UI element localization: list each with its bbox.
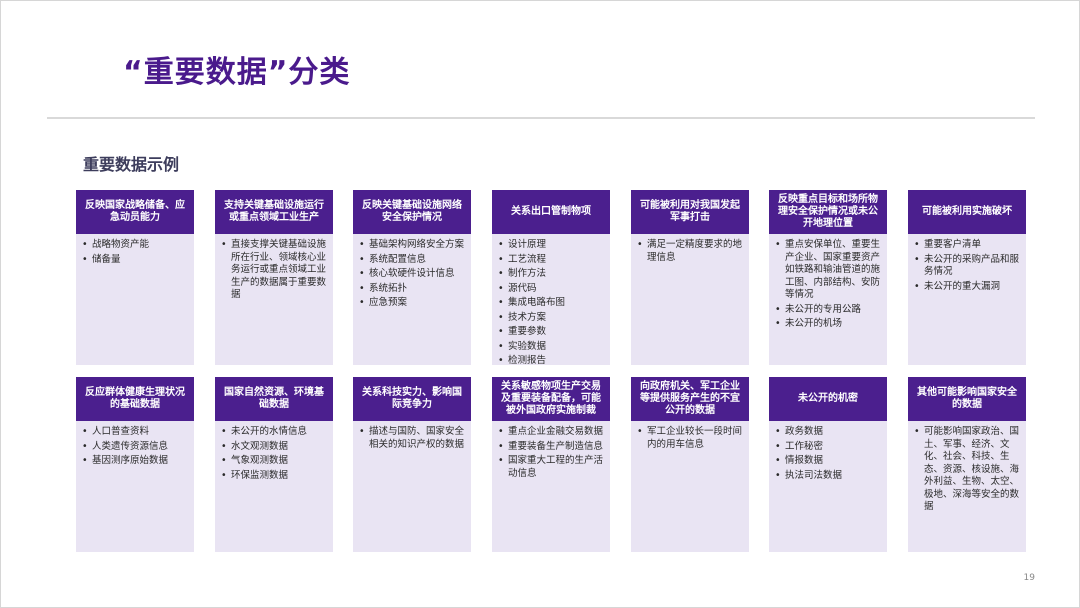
list-item: 执法司法数据 <box>775 470 882 483</box>
card-item-list: 重点企业金融交易数据 重要装备生产制造信息 国家重大工程的生产活动信息 <box>492 421 610 480</box>
card-item-list: 重点安保单位、重要生产企业、国家重要资产如铁路和输油管道的施工图、内部结构、安防… <box>769 234 887 331</box>
card-item-list: 人口普查资料 人类遗传资源信息 基因测序原始数据 <box>76 421 194 468</box>
category-card: 其他可能影响国家安全的数据 可能影响国家政治、国土、军事、经济、文化、社会、科技… <box>908 377 1026 552</box>
page-number: 19 <box>1023 573 1035 583</box>
list-item: 描述与国防、国家安全相关的知识产权的数据 <box>359 426 466 451</box>
category-card: 国家自然资源、环境基础数据 未公开的水情信息 水文观测数据 气象观测数据 环保监… <box>215 377 333 552</box>
card-header: 未公开的机密 <box>769 377 887 421</box>
card-item-list: 重要客户清单 未公开的采购产品和服务情况 未公开的重大漏洞 <box>908 234 1026 293</box>
list-item: 制作方法 <box>498 268 605 281</box>
card-item-list: 军工企业较长一段时间内的用车信息 <box>631 421 749 451</box>
list-item: 情报数据 <box>775 455 882 468</box>
section-title: 重要数据示例 <box>83 155 180 174</box>
list-item: 重点安保单位、重要生产企业、国家重要资产如铁路和输油管道的施工图、内部结构、安防… <box>775 239 882 302</box>
list-item: 核心软硬件设计信息 <box>359 268 466 281</box>
list-item: 气象观测数据 <box>221 455 328 468</box>
list-item: 军工企业较长一段时间内的用车信息 <box>637 426 744 451</box>
list-item: 实验数据 <box>498 341 605 354</box>
category-card: 关系科技实力、影响国际竞争力 描述与国防、国家安全相关的知识产权的数据 <box>353 377 471 552</box>
category-card: 关系敏感物项生产交易及重要装备配备，可能被外国政府实施制裁 重点企业金融交易数据… <box>492 377 610 552</box>
list-item: 储备量 <box>82 254 189 267</box>
list-item: 国家重大工程的生产活动信息 <box>498 455 605 480</box>
card-header: 可能被利用实施破坏 <box>908 190 1026 234</box>
card-item-list: 直接支撑关键基础设施所在行业、领域核心业务运行或重点领域工业生产的数据属于重要数… <box>215 234 333 302</box>
card-header: 关系科技实力、影响国际竞争力 <box>353 377 471 421</box>
list-item: 重要客户清单 <box>914 239 1021 252</box>
list-item: 检测报告 <box>498 355 605 368</box>
list-item: 重要装备生产制造信息 <box>498 441 605 454</box>
card-header: 国家自然资源、环境基础数据 <box>215 377 333 421</box>
card-item-list: 设计原理 工艺流程 制作方法 源代码 集成电路布图 技术方案 重要参数 实验数据… <box>492 234 610 368</box>
list-item: 应急预案 <box>359 297 466 310</box>
list-item: 重要参数 <box>498 326 605 339</box>
card-header: 向政府机关、军工企业等提供服务产生的不宜公开的数据 <box>631 377 749 421</box>
list-item: 未公开的采购产品和服务情况 <box>914 254 1021 279</box>
list-item: 技术方案 <box>498 312 605 325</box>
title-divider <box>47 117 1035 119</box>
list-item: 直接支撑关键基础设施所在行业、领域核心业务运行或重点领域工业生产的数据属于重要数… <box>221 239 328 302</box>
card-item-list: 政务数据 工作秘密 情报数据 执法司法数据 <box>769 421 887 482</box>
card-item-list: 可能影响国家政治、国土、军事、经济、文化、社会、科技、生态、资源、核设施、海外利… <box>908 421 1026 514</box>
card-header: 关系敏感物项生产交易及重要装备配备，可能被外国政府实施制裁 <box>492 377 610 421</box>
category-card: 未公开的机密 政务数据 工作秘密 情报数据 执法司法数据 <box>769 377 887 552</box>
card-header: 关系出口管制物项 <box>492 190 610 234</box>
list-item: 设计原理 <box>498 239 605 252</box>
list-item: 工艺流程 <box>498 254 605 267</box>
list-item: 环保监测数据 <box>221 470 328 483</box>
list-item: 满足一定精度要求的地理信息 <box>637 239 744 264</box>
category-card: 反映关键基础设施网络安全保护情况 基础架构网络安全方案 系统配置信息 核心软硬件… <box>353 190 471 365</box>
list-item: 人类遗传资源信息 <box>82 441 189 454</box>
card-item-list: 未公开的水情信息 水文观测数据 气象观测数据 环保监测数据 <box>215 421 333 482</box>
card-item-list: 基础架构网络安全方案 系统配置信息 核心软硬件设计信息 系统拓扑 应急预案 <box>353 234 471 310</box>
list-item: 基因测序原始数据 <box>82 455 189 468</box>
slide: “重要数据”分类 重要数据示例 反映国家战略储备、应急动员能力 战略物资产能 储… <box>0 0 1080 608</box>
list-item: 可能影响国家政治、国土、军事、经济、文化、社会、科技、生态、资源、核设施、海外利… <box>914 426 1021 514</box>
list-item: 政务数据 <box>775 426 882 439</box>
list-item: 重点企业金融交易数据 <box>498 426 605 439</box>
card-header: 其他可能影响国家安全的数据 <box>908 377 1026 421</box>
list-item: 未公开的机场 <box>775 318 882 331</box>
list-item: 系统配置信息 <box>359 254 466 267</box>
list-item: 基础架构网络安全方案 <box>359 239 466 252</box>
card-item-list: 战略物资产能 储备量 <box>76 234 194 266</box>
list-item: 水文观测数据 <box>221 441 328 454</box>
list-item: 工作秘密 <box>775 441 882 454</box>
card-item-list: 描述与国防、国家安全相关的知识产权的数据 <box>353 421 471 451</box>
list-item: 人口普查资料 <box>82 426 189 439</box>
card-header: 支持关键基础设施运行或重点领域工业生产 <box>215 190 333 234</box>
category-card: 向政府机关、军工企业等提供服务产生的不宜公开的数据 军工企业较长一段时间内的用车… <box>631 377 749 552</box>
card-header: 反映重点目标和场所物理安全保护情况或未公开地理位置 <box>769 190 887 234</box>
category-card: 反应群体健康生理状况的基础数据 人口普查资料 人类遗传资源信息 基因测序原始数据 <box>76 377 194 552</box>
category-card: 支持关键基础设施运行或重点领域工业生产 直接支撑关键基础设施所在行业、领域核心业… <box>215 190 333 365</box>
category-card: 可能被利用实施破坏 重要客户清单 未公开的采购产品和服务情况 未公开的重大漏洞 <box>908 190 1026 365</box>
slide-title: “重要数据”分类 <box>123 55 351 90</box>
card-header: 反应群体健康生理状况的基础数据 <box>76 377 194 421</box>
list-item: 源代码 <box>498 283 605 296</box>
category-grid: 反映国家战略储备、应急动员能力 战略物资产能 储备量 支持关键基础设施运行或重点… <box>76 190 1026 552</box>
card-header: 可能被利用对我国发起军事打击 <box>631 190 749 234</box>
list-item: 战略物资产能 <box>82 239 189 252</box>
list-item: 未公开的专用公路 <box>775 304 882 317</box>
list-item: 集成电路布图 <box>498 297 605 310</box>
category-card: 反映重点目标和场所物理安全保护情况或未公开地理位置 重点安保单位、重要生产企业、… <box>769 190 887 365</box>
list-item: 未公开的重大漏洞 <box>914 281 1021 294</box>
category-card: 反映国家战略储备、应急动员能力 战略物资产能 储备量 <box>76 190 194 365</box>
card-item-list: 满足一定精度要求的地理信息 <box>631 234 749 264</box>
category-card: 可能被利用对我国发起军事打击 满足一定精度要求的地理信息 <box>631 190 749 365</box>
card-header: 反映关键基础设施网络安全保护情况 <box>353 190 471 234</box>
category-card: 关系出口管制物项 设计原理 工艺流程 制作方法 源代码 集成电路布图 技术方案 … <box>492 190 610 368</box>
list-item: 未公开的水情信息 <box>221 426 328 439</box>
list-item: 系统拓扑 <box>359 283 466 296</box>
card-header: 反映国家战略储备、应急动员能力 <box>76 190 194 234</box>
